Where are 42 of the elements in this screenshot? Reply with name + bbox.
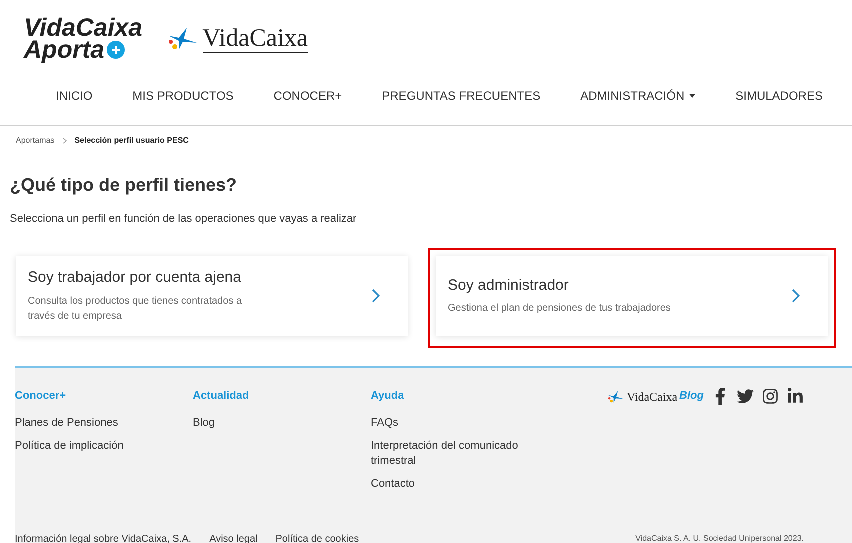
nav-link[interactable]: ADMINISTRACIÓN <box>580 86 696 104</box>
nav-link[interactable]: MIS PRODUCTOS <box>132 86 234 104</box>
footer-heading: Actualidad <box>193 388 250 404</box>
plus-icon <box>106 41 125 59</box>
caret-icon <box>688 94 696 98</box>
profile-card[interactable]: Soy trabajador por cuenta ajena Consulta los productos que tienes contratados a través de tu empresa <box>16 256 408 336</box>
brand-logo-text: VidaCaixa <box>24 17 143 39</box>
nav-link[interactable]: CONOCER+ <box>274 86 342 104</box>
nav-link[interactable]: SIMULADORES <box>736 86 823 104</box>
page-subheading: Selecciona un perfil en función de las operaciones que vayas a realizar <box>9 212 358 227</box>
footer-link[interactable]: FAQs <box>371 416 531 431</box>
footer-link[interactable]: Interpretación del comunicado trimestral <box>371 439 531 469</box>
brand-logo-text: Aporta <box>24 39 105 61</box>
card-title: Soy trabajador por cuenta ajena <box>28 268 242 288</box>
footer-heading: Ayuda <box>371 388 406 404</box>
footer-link[interactable]: Blog <box>193 416 371 431</box>
legal-link[interactable]: Política de cookies <box>276 532 360 543</box>
footer-link[interactable]: Contacto <box>371 477 531 492</box>
blog-logo-text: VidaCaixa <box>626 388 678 406</box>
footer-link[interactable]: Política de implicación <box>15 439 193 454</box>
nav-link[interactable]: INICIO <box>56 86 93 104</box>
copyright-text: VidaCaixa S. A. U. Sociedad Unipersonal 2023. <box>636 533 804 543</box>
star-logo-icon <box>166 26 199 52</box>
card-description: Consulta los productos que tienes contratados a través de tu empresa <box>28 294 244 324</box>
page-heading: ¿Qué tipo de perfil tienes? <box>9 174 238 197</box>
footer-heading: Conocer+ <box>15 388 68 404</box>
current-page-title: Selección perfil usuario PESC <box>74 135 189 147</box>
blog-logo-text: Blog <box>680 389 704 404</box>
card-title: Soy administrador <box>448 276 570 296</box>
star-logo-icon <box>606 390 625 404</box>
chevron-right-icon <box>372 288 380 302</box>
twitter-icon[interactable] <box>737 388 754 404</box>
nav-link[interactable]: PREGUNTAS FRECUENTES <box>382 86 541 104</box>
breadcrumb-link[interactable]: Aportamas <box>16 135 55 147</box>
profile-card[interactable]: Soy administrador Gestiona el plan de pensiones de tus trabajadores <box>436 256 828 336</box>
chevron-right-icon <box>792 288 800 302</box>
chevron-icon <box>62 138 67 144</box>
partner-logo-text: VidaCaixa <box>202 26 308 52</box>
footer-link[interactable]: Planes de Pensiones <box>15 416 193 431</box>
linkedin-icon[interactable] <box>787 388 804 404</box>
instagram-icon[interactable] <box>762 388 779 404</box>
card-description: Gestiona el plan de pensiones de tus trabajadores <box>448 302 672 316</box>
